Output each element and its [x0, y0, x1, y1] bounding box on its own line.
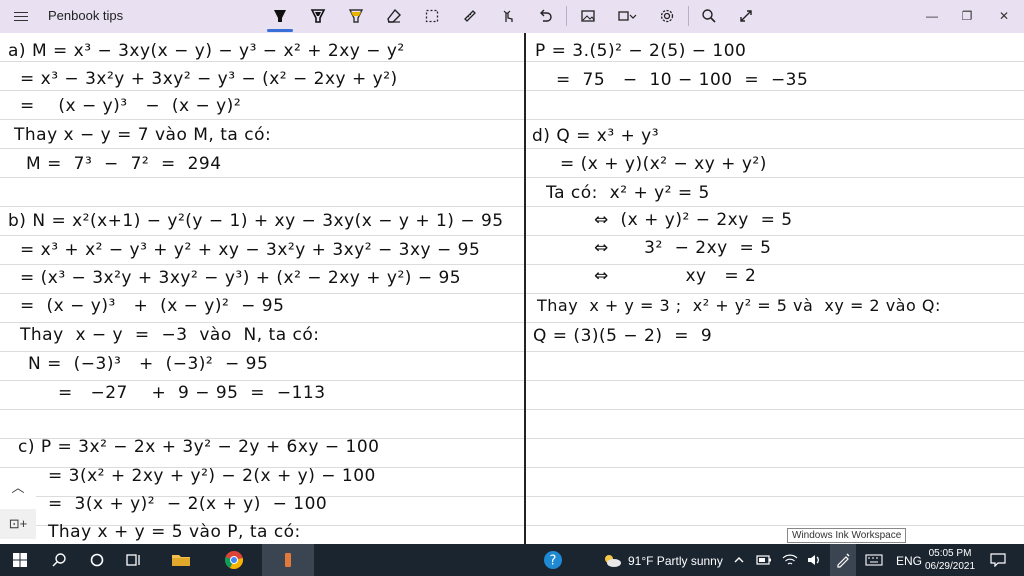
- ink-line: N = (−3)³ + (−3)² − 95: [28, 354, 269, 374]
- ink-line: a) M = x³ − 3xy(x − y) − y³ − x² + 2xy −…: [8, 41, 405, 61]
- ink-line: = (x − y)³ + (x − y)² − 95: [20, 296, 285, 316]
- ink-line: Thay x + y = 3 ; x² + y² = 5 và xy = 2 v…: [537, 296, 941, 315]
- insert-image-icon[interactable]: [577, 6, 599, 26]
- ink-line: Thay x + y = 5 vào P, ta có:: [48, 522, 301, 542]
- restore-button[interactable]: ❐: [957, 6, 977, 26]
- toolbar-separator: [566, 6, 567, 26]
- clock-time: 05:05 PM: [928, 548, 972, 559]
- ink-line: ⇔ (x + y)² − 2xy = 5: [594, 210, 793, 230]
- wifi-icon[interactable]: [780, 544, 800, 576]
- title-bar: Penbook tips — ❐ ✕: [0, 0, 1024, 33]
- ink-line: Ta có: x² + y² = 5: [546, 183, 710, 203]
- windows-start-icon[interactable]: [6, 544, 34, 576]
- weather-text[interactable]: 91°F Partly sunny: [628, 554, 723, 568]
- ink-line: = (x³ − 3x²y + 3xy² − y³) + (x² − 2xy + …: [20, 268, 462, 288]
- ink-line: ⇔ 3² − 2xy = 5: [594, 238, 772, 258]
- ink-line: Q = (3)(5 − 2) = 9: [533, 326, 713, 346]
- penbook-taskbar-icon[interactable]: [262, 544, 314, 576]
- windows-ink-workspace-icon[interactable]: [830, 544, 856, 576]
- hamburger-menu-icon[interactable]: [14, 9, 28, 23]
- expand-icon[interactable]: [735, 6, 757, 26]
- taskbar: ? 91°F Partly sunny ENG 05:05 PM 06/29/2…: [0, 544, 1024, 576]
- taskbar-clock[interactable]: 05:05 PM 06/29/2021: [918, 547, 982, 573]
- undo-icon[interactable]: [534, 6, 556, 26]
- search-icon[interactable]: [46, 544, 72, 576]
- ink-line: = (x − y)³ − (x − y)²: [20, 96, 242, 116]
- toolbar-separator: [688, 6, 689, 26]
- ink-line: M = 7³ − 7² = 294: [26, 154, 222, 174]
- cortana-icon[interactable]: [84, 544, 110, 576]
- ink-line: = 75 − 10 − 100 = −35: [556, 70, 809, 90]
- ink-line: d) Q = x³ + y³: [532, 126, 660, 146]
- ink-line: = 3(x² + 2xy + y²) − 2(x + y) − 100: [48, 466, 376, 486]
- ink-line: = x³ + x² − y³ + y² + xy − 3x²y + 3xy² −…: [20, 240, 481, 260]
- ink-line: = x³ − 3x²y + 3xy² − y³ − (x² − 2xy + y²…: [20, 69, 398, 89]
- pen-tool-icon[interactable]: [267, 6, 293, 32]
- lasso-select-icon[interactable]: [421, 6, 443, 26]
- ink-line: P = 3.(5)² − 2(5) − 100: [535, 41, 747, 61]
- app-title: Penbook tips: [48, 8, 124, 23]
- ink-line: ⇔ xy = 2: [594, 266, 757, 286]
- minimize-button[interactable]: —: [922, 6, 942, 26]
- settings-gear-icon[interactable]: [656, 6, 678, 26]
- volume-icon[interactable]: [804, 544, 824, 576]
- ink-line: Thay x − y = −3 vào N, ta có:: [20, 325, 320, 345]
- touch-writing-icon[interactable]: [497, 6, 519, 26]
- clock-date: 06/29/2021: [924, 561, 976, 572]
- weather-partly-sunny-icon: [601, 544, 623, 576]
- eraser-tool-icon[interactable]: [383, 6, 405, 26]
- svg-text:?: ?: [550, 554, 557, 569]
- touch-keyboard-icon[interactable]: [862, 544, 886, 576]
- ink-line: = (x + y)(x² − xy + y²): [560, 154, 767, 174]
- highlighter-tool-icon[interactable]: [345, 6, 367, 26]
- collapse-chevron-up-icon[interactable]: ︿: [0, 471, 36, 501]
- ink-line: = −27 + 9 − 95 = −113: [58, 383, 326, 403]
- show-hidden-icons-chevron-icon[interactable]: [729, 544, 749, 576]
- notifications-icon[interactable]: [986, 544, 1010, 576]
- ink-line: Thay x − y = 7 vào M, ta có:: [14, 125, 272, 145]
- windows-ink-tooltip: Windows Ink Workspace: [787, 528, 907, 543]
- file-explorer-icon[interactable]: [166, 544, 196, 576]
- ink-line: c) P = 3x² − 2x + 3y² − 2y + 6xy − 100: [18, 437, 380, 457]
- page-divider: [524, 33, 526, 544]
- close-button[interactable]: ✕: [994, 6, 1014, 26]
- shapes-icon[interactable]: [617, 6, 639, 26]
- ink-line: = 3(x + y)² − 2(x + y) − 100: [48, 494, 328, 514]
- task-view-icon[interactable]: [121, 544, 147, 576]
- help-icon[interactable]: ?: [540, 544, 566, 576]
- pencil-tool-icon[interactable]: [307, 6, 329, 26]
- add-page-button[interactable]: ⊡+: [0, 509, 36, 539]
- chrome-icon[interactable]: [219, 544, 249, 576]
- zoom-search-icon[interactable]: [698, 6, 720, 26]
- battery-icon[interactable]: [754, 544, 774, 576]
- ruler-icon[interactable]: [459, 6, 481, 26]
- ink-line: b) N = x²(x+1) − y²(y − 1) + xy − 3xy(x …: [8, 211, 504, 231]
